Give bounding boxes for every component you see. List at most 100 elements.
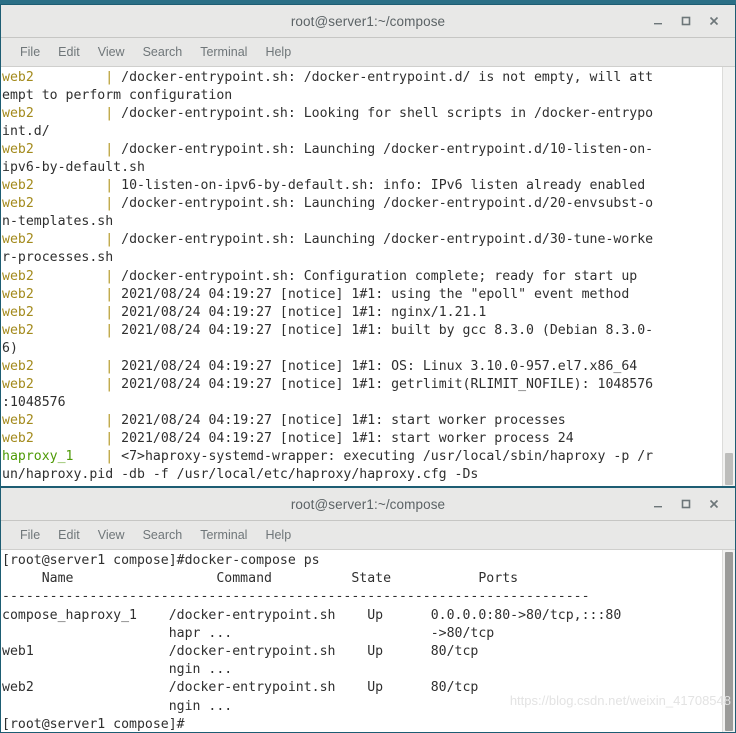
terminal-line: n-templates.sh xyxy=(2,213,722,231)
terminal-line: ngin ... xyxy=(2,662,233,678)
log-message: 2021/08/24 04:19:27 [notice] 1#1: nginx/… xyxy=(113,304,487,320)
menu-view[interactable]: View xyxy=(89,526,134,544)
terminal-line: :1048576 xyxy=(2,394,722,412)
menu-search[interactable]: Search xyxy=(134,43,192,61)
log-pipe-separator: | xyxy=(105,196,114,212)
log-label-padding xyxy=(34,413,105,428)
log-message: /docker-entrypoint.sh: Launching /docker… xyxy=(113,142,654,158)
scrollbar-thumb-top[interactable] xyxy=(725,453,733,485)
log-message: ipv6-by-default.sh xyxy=(2,160,145,176)
terminal-line: empt to perform configuration xyxy=(2,87,722,105)
terminal-body-top[interactable]: web2 | /docker-entrypoint.sh: /docker-en… xyxy=(1,67,735,486)
terminal-line: web1 /docker-entrypoint.sh Up 80/tcp xyxy=(2,644,479,660)
terminal-line: web2 | 2021/08/24 04:19:27 [notice] 1#1:… xyxy=(2,412,722,430)
terminal-line: hapr ... ->80/tcp xyxy=(2,625,495,641)
terminal-line: web2 | 2021/08/24 04:19:27 [notice] 1#1:… xyxy=(2,304,722,322)
log-service-label: web2 xyxy=(2,70,34,85)
log-message: /docker-entrypoint.sh: /docker-entrypoin… xyxy=(113,70,654,85)
maximize-icon[interactable] xyxy=(673,8,699,34)
terminal-line: 6) xyxy=(2,340,722,358)
log-service-label: web2 xyxy=(2,376,34,392)
titlebar-top[interactable]: root@server1:~/compose xyxy=(1,5,735,38)
log-service-label: web2 xyxy=(2,412,34,428)
log-pipe-separator: | xyxy=(105,304,114,320)
log-pipe-separator: | xyxy=(105,106,114,122)
desktop-background: root@server1:~/compose File Edit View Se… xyxy=(0,0,736,733)
log-pipe-separator: | xyxy=(105,322,114,338)
log-pipe-separator: | xyxy=(105,286,114,302)
log-message: 6) xyxy=(2,340,18,356)
log-message: r-processes.sh xyxy=(2,250,114,266)
log-pipe-separator: | xyxy=(105,412,114,428)
log-label-padding xyxy=(34,431,105,446)
terminal-line: web2 | /docker-entrypoint.sh: /docker-en… xyxy=(2,69,722,87)
log-service-label: web2 xyxy=(2,142,34,158)
log-message: 2021/08/24 04:19:27 [notice] 1#1: start … xyxy=(113,412,566,428)
log-message: 2021/08/24 04:19:27 [notice] 1#1: getrli… xyxy=(113,376,654,392)
menu-file[interactable]: File xyxy=(11,43,49,61)
log-message: 2021/08/24 04:19:27 [notice] 1#1: OS: Li… xyxy=(113,358,638,374)
maximize-icon[interactable] xyxy=(673,491,699,517)
terminal-output-top: web2 | /docker-entrypoint.sh: /docker-en… xyxy=(1,67,722,486)
log-label-padding xyxy=(34,106,105,121)
terminal-line: int.d/ xyxy=(2,123,722,141)
terminal-line: haproxy_1 | <7>haproxy-systemd-wrapper: … xyxy=(2,448,722,466)
terminal-line: web2 | /docker-entrypoint.sh: Launching … xyxy=(2,195,722,213)
menu-help[interactable]: Help xyxy=(256,526,300,544)
log-service-label: web2 xyxy=(2,358,34,374)
close-icon[interactable] xyxy=(701,8,727,34)
log-message: /docker-entrypoint.sh: Looking for shell… xyxy=(113,106,654,122)
log-message: n-templates.sh xyxy=(2,214,114,230)
terminal-line: web2 | 2021/08/24 04:19:27 [notice] 1#1:… xyxy=(2,286,722,304)
terminal-window-bottom[interactable]: root@server1:~/compose File Edit View Se… xyxy=(0,487,736,733)
terminal-window-top[interactable]: root@server1:~/compose File Edit View Se… xyxy=(0,4,736,487)
log-message: /docker-entrypoint.sh: Configuration com… xyxy=(113,268,638,284)
log-message: 10-listen-on-ipv6-by-default.sh: info: I… xyxy=(113,178,646,194)
terminal-line: un/haproxy.pid -db -f /usr/local/etc/hap… xyxy=(2,466,722,484)
terminal-line: ipv6-by-default.sh xyxy=(2,159,722,177)
log-pipe-separator: | xyxy=(105,70,114,85)
terminal-body-bottom[interactable]: [root@server1 compose]#docker-compose ps… xyxy=(1,550,735,732)
menu-search[interactable]: Search xyxy=(134,526,192,544)
menu-terminal[interactable]: Terminal xyxy=(191,526,256,544)
menu-edit[interactable]: Edit xyxy=(49,526,89,544)
minimize-icon[interactable] xyxy=(645,491,671,517)
log-service-label: web2 xyxy=(2,304,34,320)
log-label-padding xyxy=(34,359,105,374)
log-label-padding xyxy=(73,449,105,464)
log-service-label: web2 xyxy=(2,196,34,212)
log-message: empt to perform configuration xyxy=(2,88,233,104)
window-controls-bottom xyxy=(645,488,727,520)
minimize-icon[interactable] xyxy=(645,8,671,34)
terminal-line: web2 | 2021/08/24 04:19:27 [notice] 1#1:… xyxy=(2,322,722,340)
terminal-line: web2 | 2021/08/24 04:19:27 [notice] 1#1:… xyxy=(2,358,722,376)
log-pipe-separator: | xyxy=(105,448,114,464)
menu-help[interactable]: Help xyxy=(256,43,300,61)
log-pipe-separator: | xyxy=(105,268,114,284)
close-icon[interactable] xyxy=(701,491,727,517)
log-service-label: web2 xyxy=(2,268,34,284)
terminal-line: [root@server1 compose]#docker-compose ps xyxy=(2,553,320,568)
scrollbar-top[interactable] xyxy=(722,67,735,486)
terminal-line: ngin ... xyxy=(2,698,233,714)
menu-terminal[interactable]: Terminal xyxy=(191,43,256,61)
log-message: :1048576 xyxy=(2,394,66,410)
log-pipe-separator: | xyxy=(105,178,114,194)
log-message: /docker-entrypoint.sh: Launching /docker… xyxy=(113,196,654,212)
terminal-line: web2 /docker-entrypoint.sh Up 80/tcp xyxy=(2,680,479,696)
log-label-padding xyxy=(34,287,105,302)
menu-view[interactable]: View xyxy=(89,43,134,61)
terminal-line: Name Command State Ports xyxy=(2,571,606,587)
log-service-label: web2 xyxy=(2,286,34,302)
scrollbar-bottom[interactable] xyxy=(722,550,735,732)
log-label-padding xyxy=(34,142,105,157)
menu-edit[interactable]: Edit xyxy=(49,43,89,61)
log-message: 2021/08/24 04:19:27 [notice] 1#1: using … xyxy=(113,286,630,302)
log-pipe-separator: | xyxy=(105,232,114,248)
scrollbar-thumb-bottom[interactable] xyxy=(725,552,733,731)
terminal-output-bottom: [root@server1 compose]#docker-compose ps… xyxy=(1,550,722,732)
log-service-label: web2 xyxy=(2,430,34,446)
terminal-line: r-processes.sh xyxy=(2,249,722,267)
menu-file[interactable]: File xyxy=(11,526,49,544)
titlebar-bottom[interactable]: root@server1:~/compose xyxy=(1,488,735,521)
